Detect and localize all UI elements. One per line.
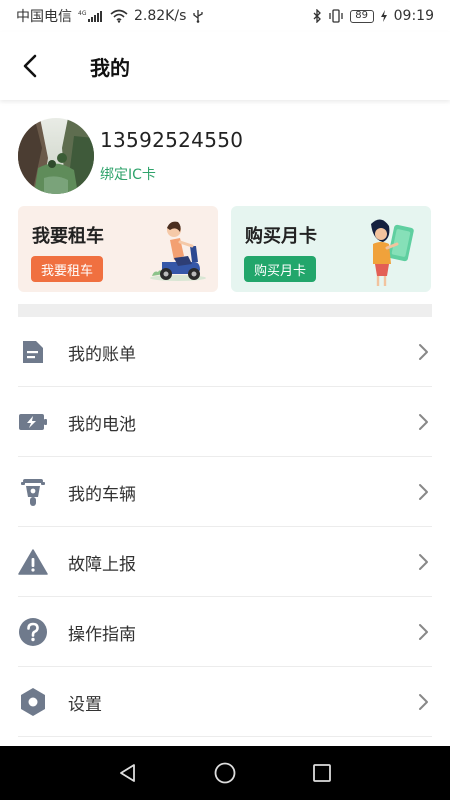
menu-item-battery[interactable]: 我的电池 [0, 387, 450, 457]
charging-icon [380, 9, 388, 23]
menu-item-guide[interactable]: 操作指南 [0, 597, 450, 667]
rent-card-title: 我要租车 [32, 226, 104, 247]
menu-item-label: 我的车辆 [68, 485, 136, 505]
phone-number: 13592524550 [100, 128, 244, 152]
wifi-icon [110, 9, 128, 23]
profile-section: 13592524550 绑定IC卡 [18, 118, 432, 198]
bind-ic-card-link[interactable]: 绑定IC卡 [100, 164, 156, 184]
menu-item-label: 故障上报 [68, 555, 136, 575]
network-speed: 2.82K/s [134, 8, 187, 24]
avatar[interactable] [18, 118, 94, 194]
nav-home-button[interactable] [205, 753, 245, 793]
chevron-right-icon [419, 554, 428, 570]
battery-icon [18, 407, 48, 437]
chevron-left-icon [23, 54, 37, 78]
chevron-right-icon [419, 624, 428, 640]
rent-button[interactable]: 我要租车 [31, 256, 104, 282]
nav-back-button[interactable] [108, 753, 148, 793]
status-bar: 中国电信 4G 2.82K/s 89 09:19 [0, 0, 450, 32]
buy-month-card-button[interactable]: 购买月卡 [244, 256, 317, 282]
chevron-right-icon [419, 694, 428, 710]
month-card[interactable]: 购买月卡 购买月卡 [231, 206, 431, 292]
settings-icon [18, 687, 48, 717]
triangle-back-icon [120, 764, 136, 782]
carrier-label: 中国电信 [16, 9, 72, 25]
woman-card-illustration [361, 216, 423, 292]
bill-icon [18, 337, 48, 367]
status-left: 中国电信 4G 2.82K/s [16, 6, 204, 26]
menu-list: 我的账单 我的电池 我的车辆 故障上报 操作指南 设置 [0, 317, 450, 737]
page-title: 我的 [90, 56, 130, 80]
vehicle-icon [18, 477, 48, 507]
chevron-right-icon [419, 344, 428, 360]
vibrate-icon [328, 9, 344, 23]
menu-item-label: 设置 [68, 695, 102, 715]
chevron-right-icon [419, 414, 428, 430]
nav-recents-button[interactable] [302, 753, 342, 793]
back-button[interactable] [14, 50, 46, 82]
warning-icon [18, 547, 48, 577]
menu-item-label: 我的账单 [68, 345, 136, 365]
status-right: 89 09:19 [312, 8, 434, 24]
scooter-rider-illustration [148, 216, 210, 286]
system-nav-bar [0, 746, 450, 800]
rent-card[interactable]: 我要租车 我要租车 [18, 206, 218, 292]
menu-item-fault-report[interactable]: 故障上报 [0, 527, 450, 597]
menu-item-label: 我的电池 [68, 415, 136, 435]
menu-item-bills[interactable]: 我的账单 [0, 317, 450, 387]
signal-icon: 4G [78, 9, 104, 23]
battery-level: 89 [349, 9, 374, 23]
bluetooth-icon [312, 9, 322, 23]
app-header: 我的 [0, 32, 450, 100]
month-card-title: 购买月卡 [245, 226, 317, 247]
square-recents-icon [312, 764, 331, 782]
chevron-right-icon [419, 484, 428, 500]
section-divider [18, 304, 432, 317]
svg-text:4G: 4G [78, 10, 87, 17]
clock: 09:19 [393, 8, 434, 24]
menu-item-label: 操作指南 [68, 625, 136, 645]
help-icon [18, 617, 48, 647]
circle-home-icon [214, 762, 236, 784]
menu-item-vehicle[interactable]: 我的车辆 [0, 457, 450, 527]
menu-item-settings[interactable]: 设置 [0, 667, 450, 737]
usb-icon [192, 9, 204, 23]
